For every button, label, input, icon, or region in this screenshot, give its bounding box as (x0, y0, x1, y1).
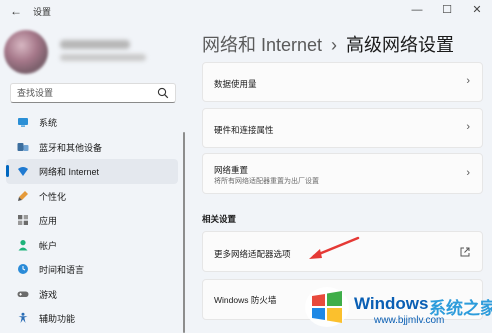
user-profile[interactable] (0, 28, 190, 78)
avatar (4, 30, 48, 74)
sidebar-item-label: 应用 (39, 216, 58, 226)
card-title: 硬件和连接属性 (214, 125, 274, 135)
watermark: Windows 系统之家 www.bjjmlv.com (298, 282, 492, 333)
globe-clock-icon (18, 264, 28, 274)
monitor-icon (18, 118, 28, 127)
card-title: 数据使用量 (214, 79, 257, 89)
wifi-icon (18, 167, 28, 176)
gamepad-icon (17, 291, 29, 297)
brush-icon (18, 190, 28, 201)
card-title: Windows 防火墙 (214, 295, 277, 305)
chevron-right-icon: › (466, 167, 470, 179)
search-input[interactable] (17, 86, 157, 100)
card-title: 网络重置 (214, 165, 249, 175)
bluetooth-icon (17, 142, 29, 151)
title-bar: ← 设置 — ☐ ✕ (0, 0, 492, 22)
sidebar-item-personalization[interactable]: 个性化 (6, 184, 178, 209)
sidebar-item-accessibility[interactable]: 辅助功能 (6, 306, 178, 331)
card-data-usage[interactable]: 数据使用量 › (202, 62, 483, 102)
search-box[interactable] (10, 83, 176, 103)
page-title: 高级网络设置 (346, 35, 455, 55)
accessibility-icon (18, 312, 28, 323)
breadcrumb-separator: › (331, 35, 338, 55)
maximize-button[interactable]: ☐ (432, 0, 462, 22)
apps-icon (18, 215, 28, 225)
sidebar-item-label: 个性化 (39, 191, 67, 202)
chevron-right-icon: › (466, 121, 470, 133)
sidebar-item-system[interactable]: 系统 (6, 110, 178, 135)
card-description: 将所有网络适配器重置为出厂设置 (214, 178, 319, 185)
close-button[interactable]: ✕ (462, 0, 492, 22)
watermark-url: www.bjjmlv.com (374, 315, 445, 326)
sidebar-item-network[interactable]: 网络和 Internet (6, 159, 178, 184)
windows-logo-icon (305, 287, 349, 327)
section-heading-related: 相关设置 (202, 214, 237, 224)
sidebar-item-label: 蓝牙和其他设备 (39, 142, 103, 153)
card-title: 更多网络适配器选项 (214, 249, 291, 259)
sidebar-item-time-language[interactable]: 时间和语言 (6, 257, 178, 282)
sidebar-nav: 系统 蓝牙和其他设备 网络和 Internet 个性化 应用 帐户 时间和语言 … (6, 110, 178, 331)
card-hardware-properties[interactable]: 硬件和连接属性 › (202, 108, 483, 148)
sidebar-item-label: 辅助功能 (39, 314, 76, 324)
sidebar-item-apps[interactable]: 应用 (6, 208, 178, 233)
sidebar-item-label: 系统 (39, 118, 58, 128)
person-icon (18, 239, 28, 250)
sidebar-item-gaming[interactable]: 游戏 (6, 282, 178, 307)
sidebar-item-label: 游戏 (39, 289, 58, 300)
sidebar-item-label: 帐户 (39, 240, 58, 251)
sidebar-scrollbar[interactable] (183, 132, 185, 333)
sidebar-item-label: 时间和语言 (39, 265, 85, 275)
back-arrow-icon[interactable]: ← (10, 4, 22, 18)
card-network-reset[interactable]: 网络重置 将所有网络适配器重置为出厂设置 › (202, 153, 483, 194)
sidebar-item-accounts[interactable]: 帐户 (6, 233, 178, 258)
user-name-blurred (60, 40, 130, 49)
watermark-brand: Windows (354, 294, 429, 313)
window-title: 设置 (33, 7, 52, 17)
breadcrumb-parent[interactable]: 网络和 Internet (202, 35, 322, 55)
active-indicator (6, 165, 9, 177)
annotation-arrow (309, 236, 360, 259)
chevron-right-icon: › (466, 75, 470, 87)
search-icon[interactable] (157, 87, 169, 99)
breadcrumb: 网络和 Internet › 高级网络设置 (202, 31, 454, 57)
external-link-icon (460, 247, 470, 257)
sidebar-item-bluetooth[interactable]: 蓝牙和其他设备 (6, 135, 178, 160)
user-email-blurred (60, 54, 146, 61)
minimize-button[interactable]: — (402, 0, 432, 22)
sidebar-item-label: 网络和 Internet (39, 167, 100, 177)
